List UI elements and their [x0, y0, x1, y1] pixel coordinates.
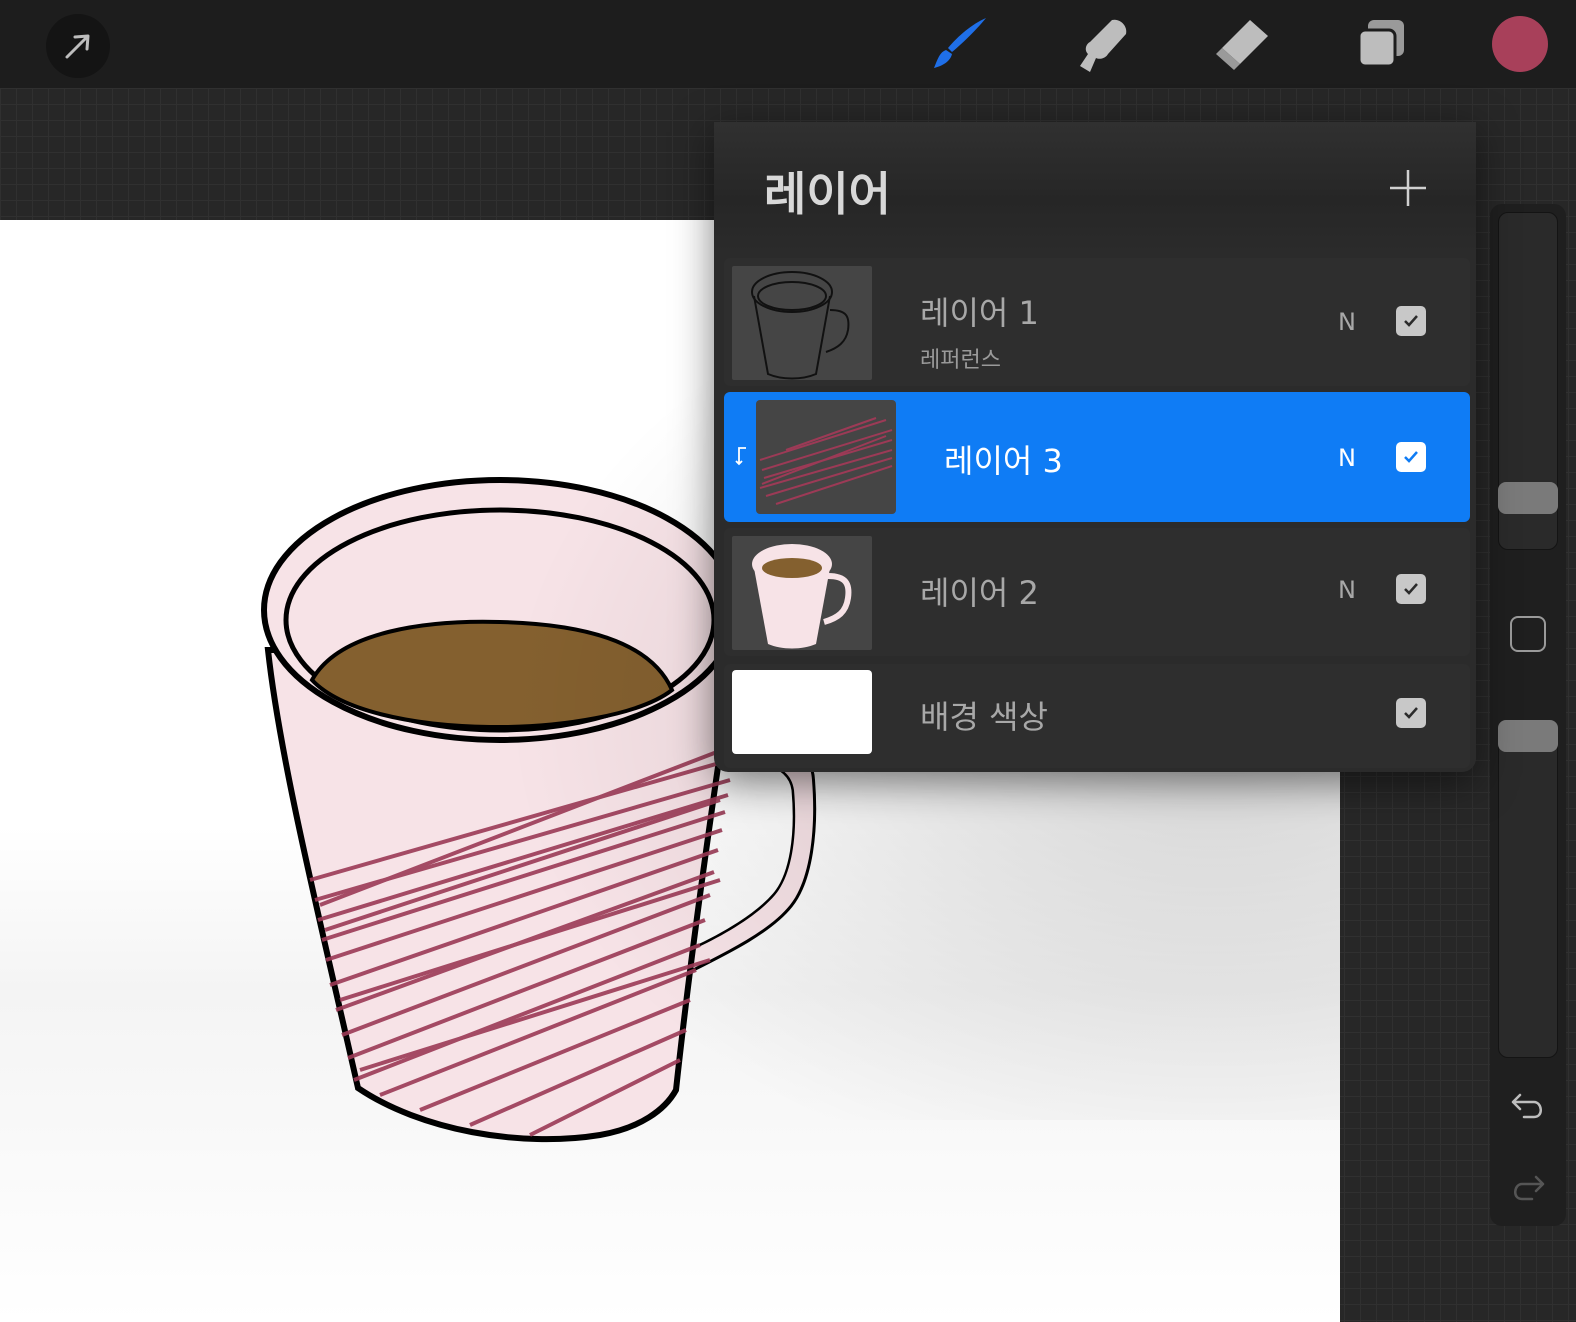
plus-icon	[1390, 170, 1426, 206]
layer-name: 레이어 3	[944, 442, 1063, 480]
square-icon[interactable]	[1510, 616, 1546, 652]
layer-thumbnail	[732, 536, 872, 650]
actions-button[interactable]	[46, 14, 110, 78]
undo-icon	[1511, 1093, 1542, 1119]
layer-thumbnail	[756, 400, 896, 514]
right-sidebar	[1490, 204, 1566, 1226]
visibility-checkbox[interactable]	[1396, 442, 1426, 472]
visibility-checkbox[interactable]	[1396, 698, 1426, 728]
opacity-thumb[interactable]	[1498, 720, 1558, 752]
visibility-checkbox[interactable]	[1396, 306, 1426, 336]
layer-thumbnail	[732, 670, 872, 754]
check-icon	[1404, 707, 1418, 719]
layer-row-background[interactable]: 배경 색상	[724, 664, 1470, 768]
layer-thumbnail	[732, 266, 872, 380]
redo-icon	[1514, 1175, 1545, 1201]
color-picker-button[interactable]	[1492, 16, 1548, 72]
blend-mode[interactable]: N	[1338, 308, 1356, 336]
redo-button[interactable]	[1508, 1168, 1548, 1208]
brush-icon	[934, 18, 986, 68]
opacity-slider[interactable]	[1498, 720, 1558, 1058]
layer-name: 레이어 2	[920, 574, 1039, 612]
check-icon	[1404, 451, 1418, 463]
eraser-icon	[1216, 20, 1268, 70]
layer-row-2[interactable]: 레이어 2 N	[724, 528, 1470, 656]
clipping-mask-icon	[735, 447, 746, 466]
layers-tool-button[interactable]	[1352, 14, 1412, 74]
layer-name: 레이어 1	[920, 294, 1039, 332]
check-icon	[1404, 315, 1418, 327]
smudge-icon	[1080, 19, 1127, 73]
eraser-tool-button[interactable]	[1212, 14, 1272, 74]
layer-name: 배경 색상	[920, 698, 1048, 736]
layers-icon	[1357, 20, 1404, 68]
add-layer-button[interactable]	[1386, 166, 1430, 210]
blend-mode[interactable]: N	[1338, 576, 1356, 604]
layer-row-3[interactable]: 레이어 3 N	[724, 392, 1470, 522]
visibility-checkbox[interactable]	[1396, 574, 1426, 604]
layers-panel: 레이어 레이어 1 레퍼런스 N 레이어 3 N 레이어 2 N 배경 색상	[714, 122, 1476, 772]
check-icon	[1404, 583, 1418, 595]
smudge-tool-button[interactable]	[1072, 14, 1132, 74]
blend-mode[interactable]: N	[1338, 444, 1356, 472]
undo-button[interactable]	[1508, 1086, 1548, 1126]
brush-size-thumb[interactable]	[1498, 482, 1558, 514]
top-toolbar	[0, 0, 1576, 88]
layer-subtitle: 레퍼런스	[920, 348, 1001, 373]
layer-row-1[interactable]: 레이어 1 레퍼런스 N	[724, 258, 1470, 386]
panel-title: 레이어	[764, 167, 891, 221]
arrow-icon	[65, 34, 90, 59]
brush-tool-button[interactable]	[930, 14, 990, 74]
